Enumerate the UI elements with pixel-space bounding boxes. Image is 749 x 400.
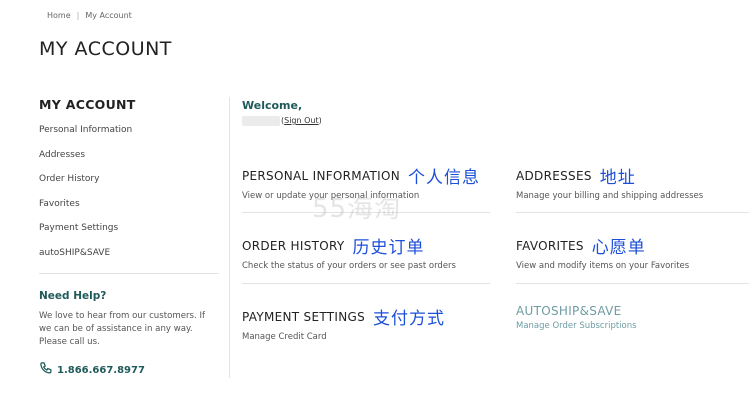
card-order-history[interactable]: ORDER HISTORY 历史订单 Check the status of y…: [242, 233, 490, 271]
redacted-username: [242, 116, 280, 126]
phone-number: 1.866.667.8977: [57, 365, 145, 376]
help-title: Need Help?: [39, 290, 107, 302]
sidebar-item-order-history[interactable]: Order History: [39, 174, 219, 199]
card-favorites-desc: View and modify items on your Favorites: [516, 261, 690, 271]
breadcrumb-current: My Account: [85, 11, 132, 20]
card-orders-title: ORDER HISTORY: [242, 238, 345, 253]
sidebar-item-personal-information[interactable]: Personal Information: [39, 125, 219, 150]
sidebar-divider: [39, 273, 219, 274]
breadcrumb: Home | My Account: [47, 11, 132, 20]
card-addresses-title: ADDRESSES: [516, 168, 592, 183]
help-section: Need Help? We love to hear from our cust…: [39, 290, 224, 349]
vertical-divider: [229, 97, 230, 378]
card-divider: [516, 212, 749, 213]
card-addresses[interactable]: ADDRESSES 地址 Manage your billing and shi…: [516, 163, 746, 201]
sidebar-item-autoship[interactable]: autoSHIP&SAVE: [39, 248, 219, 273]
sign-out-link[interactable]: (Sign Out): [281, 116, 322, 125]
card-orders-desc: Check the status of your orders or see p…: [242, 261, 456, 271]
breadcrumb-home-link[interactable]: Home: [47, 11, 71, 20]
card-autoship-title: AUTOSHIP&SAVE: [516, 304, 622, 318]
card-orders-cn-annotation: 历史订单: [352, 238, 425, 258]
card-divider: [242, 212, 490, 213]
card-payment-cn-annotation: 支付方式: [373, 309, 446, 329]
sidebar-item-favorites[interactable]: Favorites: [39, 199, 219, 224]
page-title: MY ACCOUNT: [39, 38, 172, 60]
card-payment-settings[interactable]: PAYMENT SETTINGS 支付方式 Manage Credit Card: [242, 304, 490, 342]
card-personal-information[interactable]: PERSONAL INFORMATION 个人信息 View or update…: [242, 163, 490, 201]
sign-out-label: Sign Out: [284, 116, 319, 125]
card-favorites[interactable]: FAVORITES 心愿单 View and modify items on y…: [516, 233, 746, 271]
phone-link[interactable]: 1.866.667.8977: [39, 361, 145, 380]
card-autoship-desc: Manage Order Subscriptions: [516, 321, 637, 331]
welcome-label: Welcome,: [242, 99, 303, 112]
breadcrumb-separator: |: [76, 11, 80, 20]
sidebar-item-addresses[interactable]: Addresses: [39, 150, 219, 175]
help-text: We love to hear from our customers. If w…: [39, 311, 206, 347]
card-favorites-title: FAVORITES: [516, 238, 584, 253]
card-personal-desc: View or update your personal information: [242, 191, 420, 201]
card-addresses-desc: Manage your billing and shipping address…: [516, 191, 704, 201]
sidebar: MY ACCOUNT Personal Information Addresse…: [39, 97, 219, 273]
card-personal-cn-annotation: 个人信息: [408, 168, 481, 188]
sidebar-title: MY ACCOUNT: [39, 97, 136, 112]
card-autoship[interactable]: AUTOSHIP&SAVE Manage Order Subscriptions: [516, 304, 746, 331]
card-addresses-cn-annotation: 地址: [599, 168, 636, 188]
sidebar-nav: Personal Information Addresses Order His…: [39, 125, 219, 273]
sidebar-item-payment-settings[interactable]: Payment Settings: [39, 223, 219, 248]
card-divider: [516, 283, 749, 284]
card-payment-desc: Manage Credit Card: [242, 332, 327, 342]
card-payment-title: PAYMENT SETTINGS: [242, 309, 366, 324]
card-divider: [242, 283, 490, 284]
card-favorites-cn-annotation: 心愿单: [591, 238, 646, 258]
card-personal-title: PERSONAL INFORMATION: [242, 168, 401, 183]
phone-icon: [39, 361, 57, 380]
